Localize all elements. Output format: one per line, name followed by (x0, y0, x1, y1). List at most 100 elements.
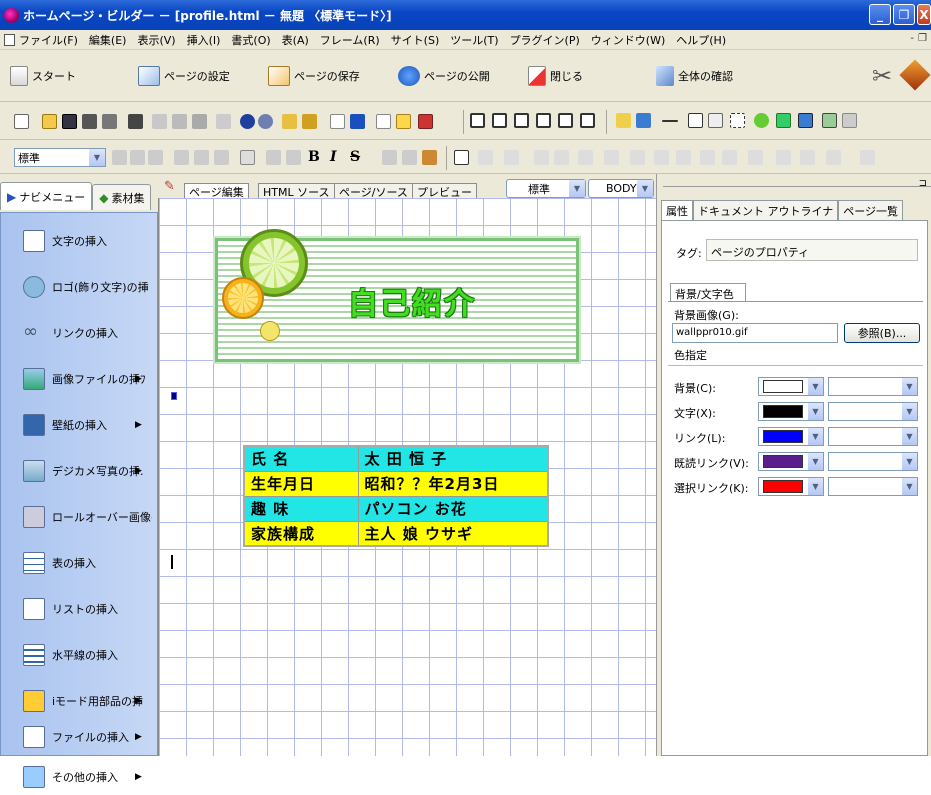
menu-site[interactable]: サイト(S) (391, 32, 440, 48)
insert-row-icon[interactable] (654, 150, 669, 165)
save-icon[interactable] (62, 114, 77, 129)
menu-frame[interactable]: フレーム(R) (320, 32, 380, 48)
table-style-icon[interactable] (748, 150, 763, 165)
layout-icon-5[interactable] (558, 113, 573, 128)
menu-plugin[interactable]: プラグイン(P) (510, 32, 580, 48)
nav-insert-text[interactable]: 文字の挿入 (1, 223, 159, 259)
menu-format[interactable]: 書式(O) (231, 32, 270, 48)
strike-button[interactable]: S (350, 149, 360, 165)
page-publish-button[interactable]: ページの公開 (398, 66, 490, 86)
color-picker-select[interactable]: ▼ (758, 452, 824, 471)
italic-button[interactable]: I (330, 149, 337, 165)
page-icon[interactable] (330, 114, 345, 129)
pin-icon[interactable]: ⊐ (919, 178, 927, 189)
nav-insert-imode[interactable]: iモード用部品の挿 ▶ (1, 683, 159, 719)
tab-document-outliner[interactable]: ドキュメント アウトライナ (693, 200, 839, 220)
tools-icon[interactable]: ✂ (872, 62, 892, 90)
browse-button[interactable]: 参照(B)... (844, 323, 920, 343)
ie-preview-icon[interactable] (350, 114, 365, 129)
document-icon[interactable] (4, 33, 15, 46)
minimize-button[interactable]: _ (869, 4, 891, 25)
profile-table[interactable]: 氏 名太 田 恒 子生年月日 昭和？？年2月3日趣 味パソコン お花 家族構成 主人 … (243, 445, 549, 547)
page-canvas[interactable]: 自己紹介 氏 名太 田 恒 子生年月日 昭和？？年2月3日趣 味パソコン お花 家族… (158, 198, 656, 756)
element-style-select[interactable]: 標準 ▼ (506, 179, 586, 198)
nav-insert-image[interactable]: 画像ファイルの挿ﾌ ▶ (1, 361, 159, 397)
row-prop-icon[interactable] (604, 150, 619, 165)
indent-icon[interactable] (286, 150, 301, 165)
open-folder-icon[interactable] (42, 114, 57, 129)
profile-field-value[interactable]: 主人 娘 ウサギ (357, 520, 549, 547)
save-all-icon[interactable] (82, 114, 97, 129)
page-save-button[interactable]: ページの保存 (268, 66, 360, 86)
table-row-icon[interactable] (478, 150, 493, 165)
nav-insert-wallpaper[interactable]: 壁紙の挿入 ▶ (1, 407, 159, 443)
tab-bg-text-color[interactable]: 背景/文字色 (670, 283, 746, 301)
redo-icon[interactable] (258, 114, 273, 129)
col-prop-icon[interactable] (630, 150, 645, 165)
layout-icon-4[interactable] (536, 113, 551, 128)
nav-insert-list[interactable]: リストの挿入 (1, 591, 159, 627)
nav-insert-photo[interactable]: デジカメ写真の挿. ▶ (1, 453, 159, 489)
profile-field-label[interactable]: 生年月日 (243, 470, 359, 497)
menu-file[interactable]: ファイル(F) (19, 32, 78, 48)
menu-view[interactable]: 表示(V) (137, 32, 175, 48)
align-right-icon[interactable] (148, 150, 163, 165)
layout-frame-icon[interactable] (730, 113, 745, 128)
font-smaller-icon[interactable] (402, 150, 417, 165)
nav-insert-file[interactable]: ファイルの挿入 ▶ (1, 719, 159, 755)
font-color-icon[interactable] (422, 150, 437, 165)
table-col-icon[interactable] (504, 150, 519, 165)
layout-icon-6[interactable] (580, 113, 595, 128)
page-settings-button[interactable]: ページの設定 (138, 66, 230, 86)
color-picker-select[interactable]: ▼ (758, 402, 824, 421)
table-row[interactable]: 氏 名太 田 恒 子 (243, 445, 549, 472)
color-name-select[interactable]: ▼ (828, 377, 918, 396)
delete-col-icon[interactable] (722, 150, 737, 165)
cell-valign-icon[interactable] (800, 150, 815, 165)
delete-row-icon[interactable] (700, 150, 715, 165)
mdi-minimize-button[interactable]: - (910, 33, 914, 44)
start-button[interactable]: スタート (10, 66, 76, 86)
template-icon[interactable] (396, 114, 411, 129)
close-page-button[interactable]: 閉じる (528, 66, 583, 86)
color-name-select[interactable]: ▼ (828, 452, 918, 471)
horizontal-line-icon[interactable] (662, 120, 678, 122)
nav-insert-hr[interactable]: 水平線の挿入 (1, 637, 159, 673)
layout-icon-1[interactable] (470, 113, 485, 128)
cut-icon[interactable] (152, 114, 167, 129)
bold-button[interactable]: B (308, 149, 320, 165)
cell-prop-icon[interactable] (578, 150, 593, 165)
tab-attributes[interactable]: 属性 (661, 200, 693, 220)
form-icon[interactable] (708, 113, 723, 128)
color-picker-select[interactable]: ▼ (758, 377, 824, 396)
border-icon[interactable] (826, 150, 841, 165)
check-all-button[interactable]: 全体の確認 (656, 66, 733, 86)
paragraph-style-select[interactable]: 標準 ▼ (14, 148, 106, 167)
print-preview-icon[interactable] (102, 114, 117, 129)
tag-select[interactable]: BODY ▼ (588, 179, 654, 198)
nav-insert-rollover[interactable]: ロールオーバー画像( (1, 499, 159, 535)
layout-icon-2[interactable] (492, 113, 507, 128)
insert-col-icon[interactable] (676, 150, 691, 165)
menu-edit[interactable]: 編集(E) (89, 32, 127, 48)
frame-center-icon[interactable] (194, 150, 209, 165)
color-name-select[interactable]: ▼ (828, 477, 918, 496)
frame-right-icon[interactable] (214, 150, 229, 165)
layout-icon-3[interactable] (514, 113, 529, 128)
profile-field-value[interactable]: パソコン お花 (357, 495, 549, 522)
profile-field-label[interactable]: 家族構成 (243, 520, 359, 547)
color-picker-select[interactable]: ▼ (758, 477, 824, 496)
outdent-icon[interactable] (266, 150, 281, 165)
menu-help[interactable]: ヘルプ(H) (676, 32, 726, 48)
tab-navi-menu[interactable]: ▶ ナビメニュー (0, 182, 93, 210)
tab-page-list[interactable]: ページ一覧 (838, 200, 904, 220)
profile-field-label[interactable]: 氏 名 (243, 445, 359, 472)
cell-align-icon[interactable] (776, 150, 791, 165)
brush-icon[interactable] (216, 114, 231, 129)
merge-cell-icon[interactable] (534, 150, 549, 165)
edit-image-icon[interactable] (822, 113, 837, 128)
copy-icon[interactable] (172, 114, 187, 129)
print-icon[interactable] (128, 114, 143, 129)
animation-icon[interactable] (754, 113, 769, 128)
table-icon[interactable] (688, 113, 703, 128)
